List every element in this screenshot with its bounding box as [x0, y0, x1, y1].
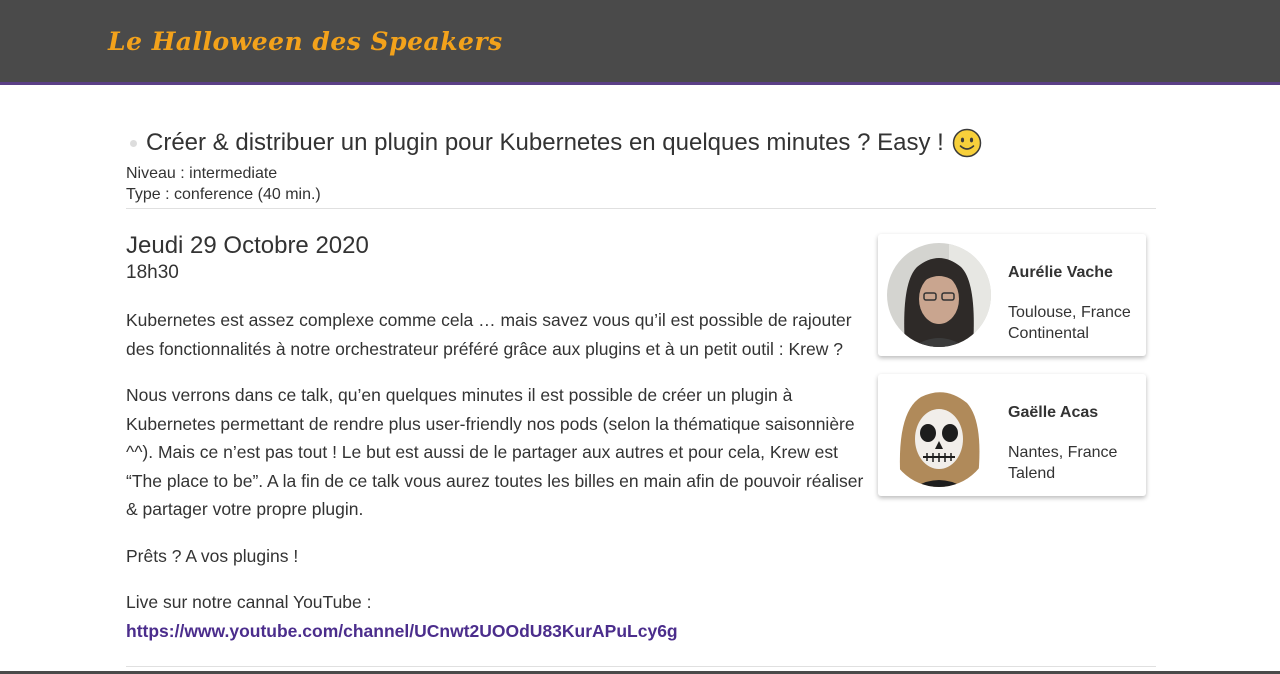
- logo-text: Le Halloween des Speakers: [108, 26, 503, 56]
- speaker-company: Talend: [1008, 465, 1056, 482]
- description-paragraph: Prêts ? A vos plugins !: [126, 545, 299, 566]
- talk-title-row: Créer & distribuer un plugin pour Kubern…: [126, 125, 1156, 161]
- speaker-name: Aurélie Vache: [1008, 264, 1113, 281]
- talk-meta: Niveau : intermediate Type : conference …: [126, 163, 321, 205]
- divider: [126, 666, 1156, 667]
- speaker-company: Continental: [1008, 325, 1089, 342]
- top-bar: Le Halloween des Speakers: [0, 0, 1280, 85]
- speaker-avatar: [887, 383, 991, 487]
- speaker-photo-aurelie: [887, 243, 991, 347]
- talk-time: 18h30: [126, 262, 179, 283]
- talk-level: Niveau : intermediate: [126, 165, 278, 182]
- site-logo[interactable]: Le Halloween des Speakers: [106, 4, 502, 78]
- talk-date: Jeudi 29 Octobre 2020: [126, 232, 369, 259]
- speaker-card[interactable]: Aurélie Vache Toulouse, France Continent…: [878, 234, 1146, 356]
- speaker-photo-gaelle: [887, 383, 991, 487]
- live-label: Live sur notre cannal YouTube :: [126, 592, 372, 612]
- talk-type: Type : conference (40 min.): [126, 186, 321, 203]
- speaker-avatar: [887, 243, 991, 347]
- speaker-location: Nantes, France: [1008, 444, 1118, 461]
- talk-description: Kubernetes est assez complexe comme cela…: [126, 306, 866, 663]
- talk-title: Créer & distribuer un plugin pour Kubern…: [146, 129, 944, 156]
- divider: [126, 208, 1156, 209]
- smiley-icon: [952, 128, 982, 158]
- description-paragraph: Nous verrons dans ce talk, qu’en quelque…: [126, 385, 864, 519]
- speaker-location: Toulouse, France: [1008, 304, 1131, 321]
- speaker-card[interactable]: Gaëlle Acas Nantes, France Talend: [878, 374, 1146, 496]
- live-stream-line: Live sur notre cannal YouTube : https://…: [126, 588, 866, 645]
- description-paragraph: Kubernetes est assez complexe comme cela…: [126, 310, 852, 359]
- bullet-icon: [130, 139, 137, 147]
- speaker-name: Gaëlle Acas: [1008, 404, 1099, 421]
- youtube-channel-link[interactable]: https://www.youtube.com/channel/UCnwt2UO…: [126, 621, 678, 641]
